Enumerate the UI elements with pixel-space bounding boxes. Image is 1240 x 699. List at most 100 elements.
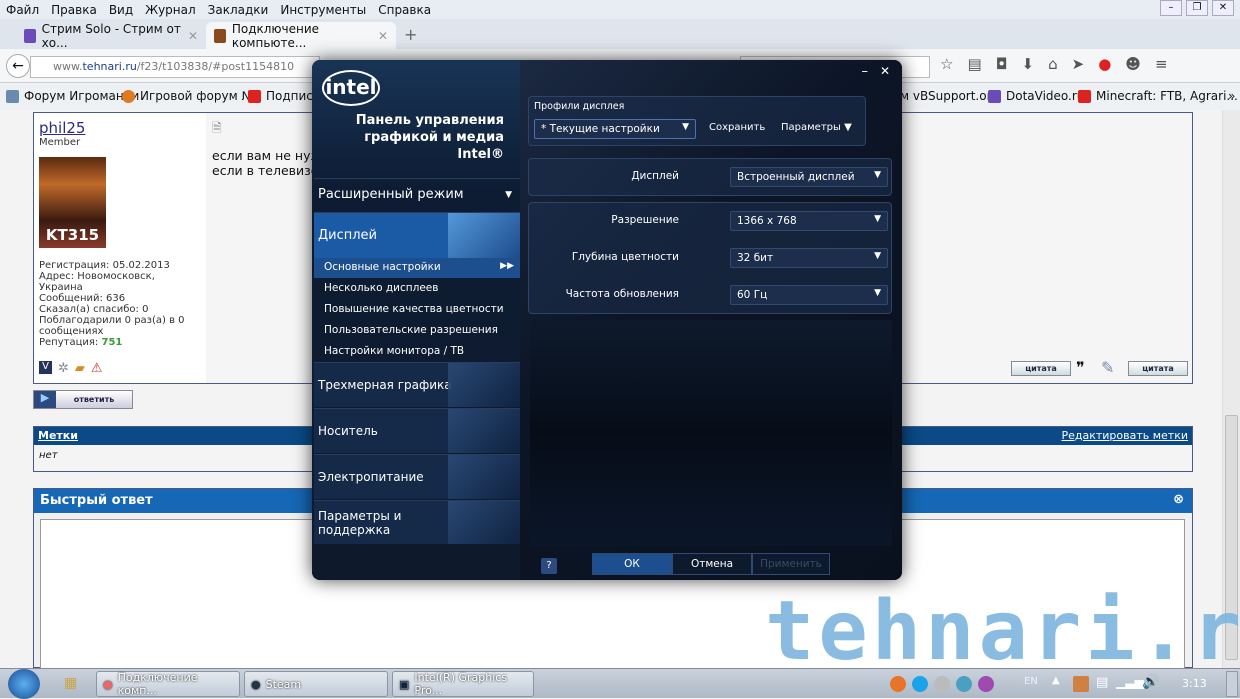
element: ▼: [874, 251, 881, 261]
menu-file[interactable]: Файл: [6, 3, 39, 17]
close-tab-icon[interactable]: ✕: [188, 29, 198, 43]
send-icon[interactable]: ➤: [1072, 55, 1085, 73]
app-tray-icon[interactable]: [978, 676, 994, 692]
element: м vBSupport.org: [900, 89, 999, 103]
pocket-icon[interactable]: ◘: [996, 55, 1008, 73]
quote-button[interactable]: цитата: [1011, 361, 1071, 376]
network-tray-icon[interactable]: [956, 676, 972, 692]
language-indicator[interactable]: EN: [1024, 676, 1038, 687]
category-power[interactable]: Электропитание: [314, 454, 520, 499]
tab-label: Стрим Solo - Стрим от хо...: [41, 21, 181, 50]
element: Подключение комп...: [117, 671, 198, 697]
chat-icon[interactable]: ☻: [1125, 55, 1141, 73]
vk-icon[interactable]: V: [39, 361, 52, 374]
minimize-dialog-button[interactable]: –: [862, 64, 869, 79]
bookmark[interactable]: м vBSupport.org: [900, 89, 999, 103]
category-support[interactable]: Параметры и поддержка: [314, 500, 520, 544]
menu-tools[interactable]: Инструменты: [280, 3, 366, 17]
quote-reply-button[interactable]: цитата: [1128, 361, 1188, 376]
taskbar-item-firefox[interactable]: ● Подключение комп...: [96, 671, 240, 697]
taskbar-item-intel[interactable]: ▣ Intel(R) Graphics Pro...: [392, 671, 534, 697]
explorer-icon[interactable]: ▦: [64, 675, 77, 691]
intel-icon: ▣: [399, 677, 410, 691]
signal-icon[interactable]: ▁▃▅: [1116, 675, 1144, 689]
tray-expand-icon[interactable]: ▲: [1052, 675, 1060, 686]
star-icon[interactable]: ☆: [940, 55, 953, 73]
tags-title[interactable]: Метки: [38, 429, 78, 442]
cards-icon[interactable]: ▰: [75, 361, 85, 376]
username-link[interactable]: phil25: [39, 119, 85, 137]
collapse-icon[interactable]: ⊗: [1173, 492, 1184, 507]
start-button[interactable]: [8, 669, 40, 699]
address-bar[interactable]: www.tehnari.ru/f23/t103838/#post1154810: [30, 56, 320, 78]
apply-button[interactable]: Применить: [752, 553, 830, 575]
minimize-button[interactable]: –: [1160, 0, 1182, 16]
refresh-rate-dropdown[interactable]: 60 Гц ▼: [730, 285, 888, 305]
close-dialog-button[interactable]: ✕: [880, 64, 890, 78]
tab-stream[interactable]: Стрим Solo - Стрим от хо... ✕: [16, 21, 206, 50]
bookmark[interactable]: Подписк: [248, 89, 320, 103]
bookmarks-overflow[interactable]: »: [1228, 89, 1235, 103]
volume-icon[interactable]: 🔊: [1142, 674, 1159, 690]
reading-list-icon[interactable]: ▤: [967, 55, 981, 73]
tab-favicon: [24, 28, 36, 43]
help-button[interactable]: ?: [541, 558, 557, 574]
gear-icon[interactable]: ✲: [58, 361, 69, 376]
category-display[interactable]: Дисплей: [314, 212, 520, 258]
element: Адрес: Новомосковск,: [39, 271, 155, 282]
close-button[interactable]: ✕: [1212, 0, 1234, 16]
new-tab-button[interactable]: +: [404, 25, 417, 44]
clock[interactable]: 3:13: [1182, 677, 1207, 690]
firefox-tray-icon[interactable]: [890, 676, 906, 692]
mode-selector[interactable]: Расширенный режим ▼: [314, 178, 520, 210]
skype-tray-icon[interactable]: [912, 676, 928, 692]
bookmark[interactable]: Minecraft: FTB, Agrari...: [1078, 89, 1238, 103]
color-depth-dropdown[interactable]: 32 бит ▼: [730, 248, 888, 268]
edit-icon[interactable]: ✎: [1101, 358, 1114, 377]
maximize-button[interactable]: ❐: [1186, 0, 1208, 16]
display-dropdown[interactable]: Встроенный дисплей ▼: [730, 167, 888, 187]
home-icon[interactable]: ⌂: [1048, 55, 1058, 73]
bookmark[interactable]: Форум Игромании: [6, 89, 139, 103]
cancel-button[interactable]: Отмена: [672, 553, 752, 575]
menu-edit[interactable]: Правка: [51, 3, 97, 17]
tab-active[interactable]: Подключение компьюте... ✕: [206, 21, 396, 50]
reply-button[interactable]: ▶ ответить: [33, 390, 133, 409]
intel-content: – ✕ Профили дисплея * Текущие настройки ▼…: [520, 60, 902, 580]
adblock-icon[interactable]: ●: [1098, 55, 1111, 73]
download-icon[interactable]: ⬇: [1022, 55, 1035, 73]
options-button[interactable]: Параметры ▼: [781, 122, 852, 133]
menu-bookmarks[interactable]: Закладки: [208, 3, 269, 17]
menu-view[interactable]: Вид: [109, 3, 133, 17]
show-desktop-button[interactable]: [1226, 671, 1238, 697]
element: ▼: [874, 170, 881, 180]
subitem[interactable]: Настройки монитора / ТВ: [324, 345, 464, 357]
subitem[interactable]: Пользовательские разрешения: [324, 324, 498, 336]
clock-tray-icon[interactable]: [934, 676, 950, 692]
warning-icon[interactable]: ⚠: [91, 361, 103, 376]
subitem[interactable]: Повышение качества цветности: [324, 303, 504, 315]
warning-tray-icon[interactable]: [1073, 676, 1089, 692]
multiquote-icon[interactable]: ❞: [1076, 358, 1085, 377]
tab-label: Подключение компьюте...: [231, 21, 320, 50]
profile-dropdown[interactable]: * Текущие настройки ▼: [534, 119, 696, 139]
bookmark[interactable]: Игровой форум №1: [122, 89, 262, 103]
bookmark[interactable]: DotaVideo.ru: [988, 89, 1084, 103]
element: Разрешение: [611, 214, 679, 226]
close-tab-icon[interactable]: ✕: [378, 29, 388, 43]
hamburger-menu-icon[interactable]: ≡: [1155, 55, 1168, 73]
edit-tags-link[interactable]: Редактировать метки: [1061, 429, 1188, 442]
clipboard-tray-icon[interactable]: ▤: [1096, 675, 1108, 690]
category-3d[interactable]: Трехмерная графика: [314, 362, 520, 407]
subitem[interactable]: Несколько дисплеев: [324, 282, 438, 294]
taskbar-item-steam[interactable]: ● Steam: [244, 671, 388, 697]
resolution-dropdown[interactable]: 1366 x 768 ▼: [730, 211, 888, 231]
save-button[interactable]: Сохранить: [709, 122, 765, 133]
back-button[interactable]: ←: [6, 54, 30, 78]
menu-help[interactable]: Справка: [378, 3, 431, 17]
category-media[interactable]: Носитель: [314, 408, 520, 453]
subitem-selected[interactable]: Основные настройки ▶▶: [314, 258, 520, 278]
ok-button[interactable]: ОК: [592, 553, 672, 575]
element: ▼: [874, 288, 881, 298]
menu-history[interactable]: Журнал: [145, 3, 196, 17]
